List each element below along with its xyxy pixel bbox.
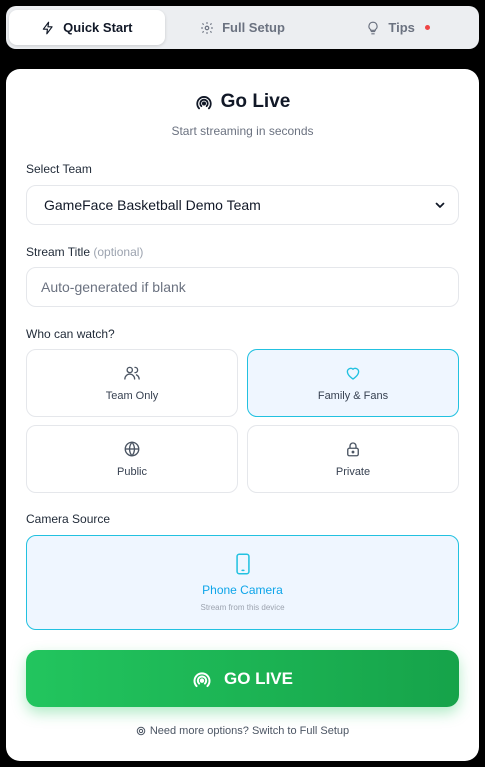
full-setup-link[interactable]: Need more options? Switch to Full Setup [6, 725, 479, 737]
camera-source-label: Camera Source [26, 512, 111, 526]
option-label: Team Only [105, 390, 159, 402]
tab-label: Full Setup [222, 20, 285, 35]
notification-dot [424, 25, 430, 30]
team-label: Select Team [26, 162, 92, 176]
footer-text: Need more options? Switch to Full Setup [149, 725, 350, 737]
tab-full-setup[interactable]: Full Setup [165, 10, 321, 45]
mode-tabs: Quick Start Full Setup Tips [6, 6, 479, 49]
camera-title: Phone Camera [202, 583, 283, 597]
broadcast-icon [193, 671, 211, 687]
tab-quick-start[interactable]: Quick Start [9, 10, 165, 45]
stream-title-label: Stream Title (optional) [26, 245, 143, 259]
lightning-icon [42, 21, 53, 34]
camera-option-phone[interactable]: Phone Camera Stream from this device [26, 535, 459, 630]
lightbulb-icon [368, 21, 379, 34]
gear-icon [136, 726, 146, 736]
smartphone-icon [235, 553, 250, 575]
chevron-down-icon [435, 202, 445, 208]
tab-tips[interactable]: Tips [320, 10, 476, 45]
broadcast-icon [196, 96, 212, 110]
title-text: Go Live [220, 91, 291, 112]
tab-label: Quick Start [63, 20, 133, 35]
optional-hint: (optional) [93, 245, 144, 259]
go-live-label: GO LIVE [224, 668, 293, 688]
option-label: Private [335, 466, 371, 478]
tab-label: Tips [388, 20, 415, 35]
lock-icon [347, 442, 359, 457]
option-label: Public [117, 466, 147, 478]
camera-subtitle: Stream from this device [200, 603, 285, 612]
team-select[interactable]: GameFace Basketball Demo Team [26, 185, 459, 225]
option-label: Family & Fans [317, 390, 389, 402]
stream-title-label-text: Stream Title [26, 245, 91, 259]
globe-icon [124, 441, 140, 457]
gear-icon [201, 21, 213, 34]
stream-title-input[interactable] [26, 267, 459, 307]
audience-option-team-only[interactable]: Team Only [26, 349, 238, 417]
team-selected-value: GameFace Basketball Demo Team [44, 197, 261, 213]
page-subtitle: Start streaming in seconds [171, 124, 314, 138]
audience-option-family-fans[interactable]: Family & Fans [247, 349, 459, 417]
audience-label: Who can watch? [26, 327, 115, 341]
go-live-card: Go Live Start streaming in seconds Selec… [6, 69, 479, 761]
audience-option-private[interactable]: Private [247, 425, 459, 493]
page-title: Go Live [6, 91, 479, 113]
users-icon [124, 366, 140, 380]
heart-icon [346, 367, 360, 380]
go-live-button[interactable]: GO LIVE [26, 650, 459, 707]
audience-option-public[interactable]: Public [26, 425, 238, 493]
